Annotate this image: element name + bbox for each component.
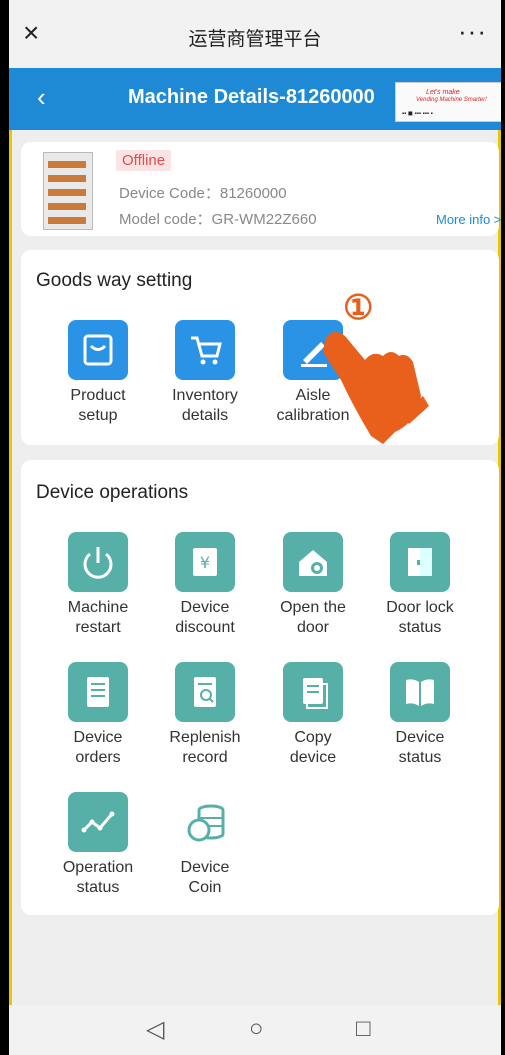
copy-icon <box>283 662 343 722</box>
discount-icon: ¥ <box>175 532 235 592</box>
chart-icon <box>68 792 128 852</box>
power-icon <box>68 532 128 592</box>
item-label: setup <box>78 407 118 424</box>
product-setup-icon <box>68 320 128 380</box>
home-key-icon <box>283 532 343 592</box>
item-label: Open the <box>280 599 346 616</box>
item-label: Device <box>73 729 123 746</box>
more-options-icon[interactable]: ··· <box>458 16 487 47</box>
ad-banner[interactable]: Let's make Vending Machine Smarter! ▪▪ ◼… <box>395 82 501 122</box>
item-label: Copy <box>294 729 332 746</box>
shelf-row <box>48 217 86 224</box>
item-label: record <box>182 749 228 766</box>
section-title: Device operations <box>36 482 189 503</box>
item-label: status <box>398 619 442 636</box>
item-label: orders <box>75 749 121 766</box>
nav-home-icon[interactable]: ○ <box>249 1015 264 1043</box>
section-title: Goods way setting <box>36 270 193 291</box>
device-code: Device Code：81260000 <box>119 185 287 202</box>
window-title: 运营商管理平台 <box>188 28 322 50</box>
device-discount-button[interactable]: ¥ Device discount <box>150 532 260 638</box>
hand-shape <box>323 331 421 444</box>
item-label: Door lock <box>386 599 454 616</box>
item-label: details <box>181 407 229 424</box>
ad-line-2: Vending Machine Smarter! <box>416 97 487 103</box>
vending-machine-image <box>43 152 93 230</box>
shelf-row <box>48 189 86 196</box>
ad-line-3: ▪▪ ◼ ▪▪▪ ▪▪▪ ▪ <box>402 111 433 117</box>
item-label: device <box>289 749 337 766</box>
item-label: Device <box>180 599 230 616</box>
item-label: Coin <box>188 879 222 896</box>
copy-device-button[interactable]: Copy device <box>258 662 368 768</box>
item-label: Machine <box>67 599 129 616</box>
step-marker: ① <box>343 288 374 328</box>
shelf-row <box>48 203 86 210</box>
coin-icon <box>175 792 235 852</box>
phone-screen: × 运营商管理平台 ··· ‹ Machine Details-81260000… <box>9 0 501 1055</box>
device-orders-button[interactable]: Device orders <box>43 662 153 768</box>
orders-icon <box>68 662 128 722</box>
item-label: Inventory <box>172 387 238 404</box>
item-label: Device <box>180 859 230 876</box>
record-icon <box>175 662 235 722</box>
item-label: Replenish <box>169 729 241 746</box>
pointing-hand-annotation: ① <box>313 288 433 446</box>
system-nav-bar: ◁ ○ □ <box>9 1005 501 1055</box>
ad-line-1: Let's make <box>426 89 460 96</box>
page-title: Machine Details-81260000 <box>128 86 375 108</box>
cart-icon <box>175 320 235 380</box>
item-label: Device <box>395 729 445 746</box>
shelf-row <box>48 175 86 182</box>
item-label: Operation <box>62 859 134 876</box>
back-icon[interactable]: ‹ <box>37 82 46 113</box>
machine-restart-button[interactable]: Machine restart <box>43 532 153 638</box>
device-status-button[interactable]: Device status <box>365 662 475 768</box>
machine-info-card: Offline Device Code：81260000 Model code：… <box>21 142 501 236</box>
svg-text:¥: ¥ <box>200 553 210 572</box>
open-door-button[interactable]: Open the door <box>258 532 368 638</box>
shelf-row <box>48 161 86 168</box>
inventory-details-button[interactable]: Inventory details <box>150 320 260 426</box>
replenish-record-button[interactable]: Replenish record <box>150 662 260 768</box>
frame-border-left <box>9 0 12 1055</box>
item-label: status <box>398 749 442 766</box>
nav-recent-icon[interactable]: □ <box>356 1015 371 1043</box>
model-code: Model code：GR-WM22Z660 <box>119 211 317 228</box>
window-topbar: × 运营商管理平台 ··· <box>9 0 501 68</box>
operation-status-button[interactable]: Operation status <box>43 792 153 898</box>
more-info-link[interactable]: More info >> <box>436 212 501 227</box>
item-label: Product <box>70 387 126 404</box>
item-label: status <box>76 879 120 896</box>
door-lock-status-button[interactable]: Door lock status <box>365 532 475 638</box>
item-label: discount <box>175 619 235 636</box>
nav-back-icon[interactable]: ◁ <box>146 1015 164 1044</box>
status-badge: Offline <box>116 150 172 171</box>
device-coin-button[interactable]: Device Coin <box>150 792 260 898</box>
item-label: restart <box>75 619 121 636</box>
book-icon <box>390 662 450 722</box>
door-icon <box>390 532 450 592</box>
product-setup-button[interactable]: Product setup <box>43 320 153 426</box>
device-operations-card: Device operations Machine restart ¥ Devic… <box>21 460 499 915</box>
item-label: door <box>296 619 330 636</box>
